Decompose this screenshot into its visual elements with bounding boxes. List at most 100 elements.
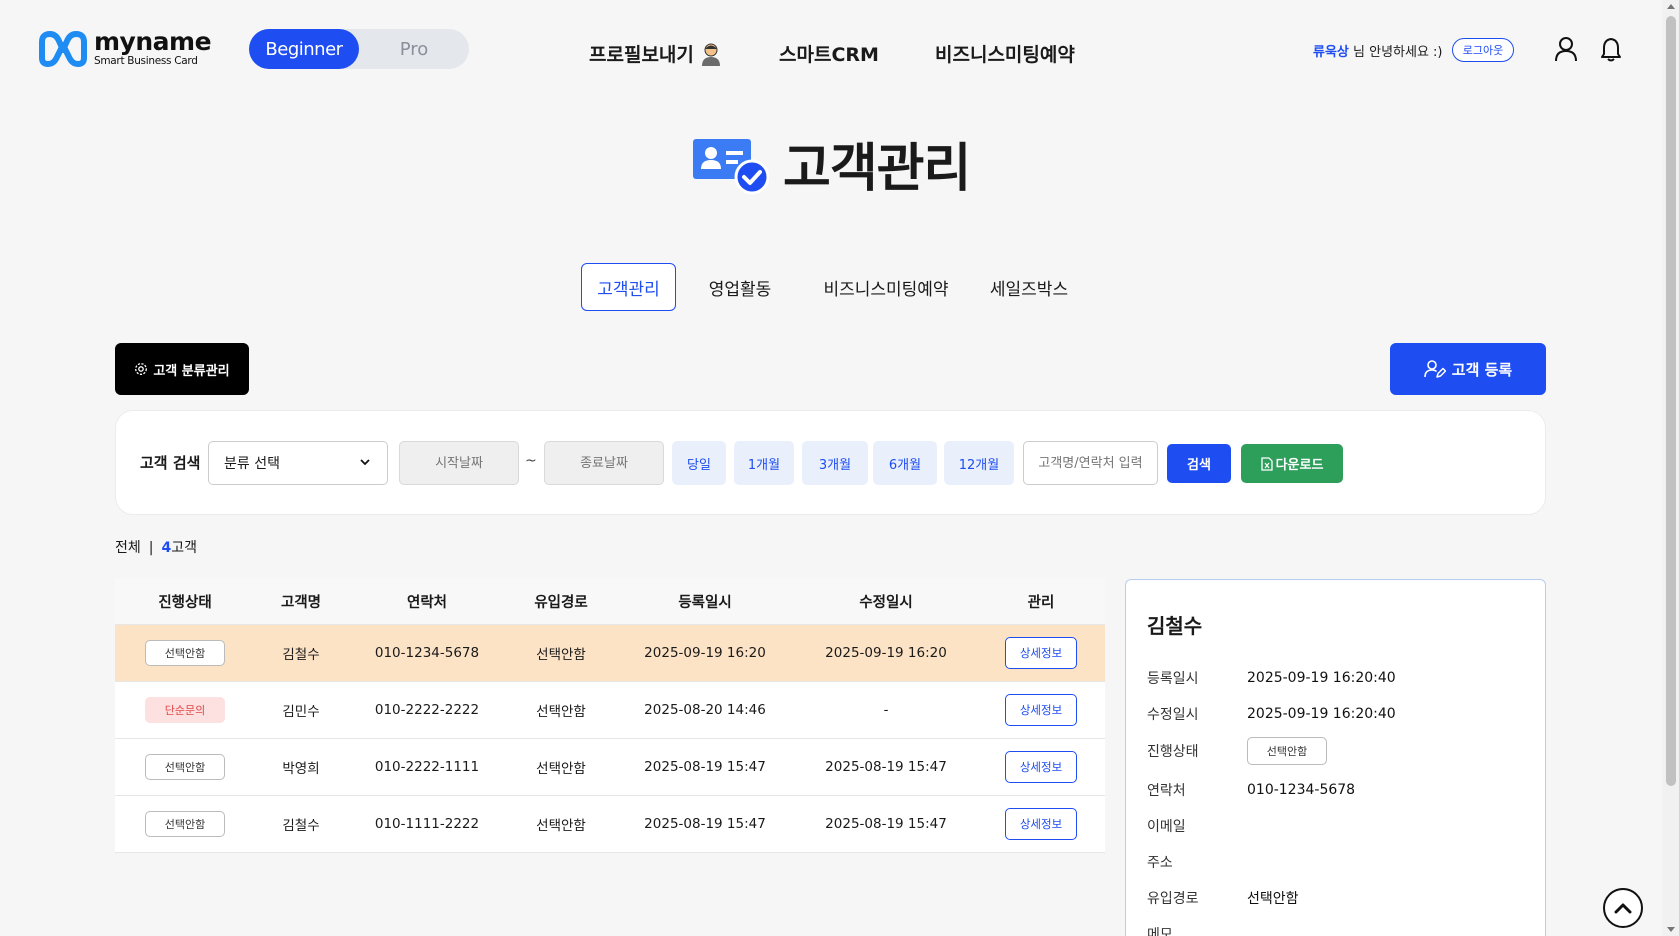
detail-button[interactable]: 상세정보 (1005, 694, 1077, 726)
customer-phone: 010-1111-2222 (374, 816, 480, 832)
table-row[interactable]: 선택안함 박영희 010-2222-1111 선택안함 2025-08-19 1… (115, 739, 1105, 796)
customer-name: 김철수 (282, 818, 320, 834)
period-3m-button[interactable]: 3개월 (802, 441, 868, 485)
detail-field: 주소 (1147, 852, 1247, 872)
customer-table: 진행상태 고객명 연락처 유입경로 등록일시 수정일시 관리 선택안함 김철수 … (115, 578, 1105, 853)
download-label: 다운로드 (1275, 458, 1324, 473)
created-at: 2025-08-19 15:47 (644, 816, 766, 832)
status-badge: 선택안함 (145, 754, 225, 780)
scroll-up-arrow-icon[interactable] (1667, 4, 1675, 9)
tab-meeting-booking[interactable]: 비즈니스미팅예약 (811, 263, 961, 311)
category-select-value: 분류 선택 (224, 456, 280, 472)
period-1m-button[interactable]: 1개월 (734, 441, 794, 485)
category-management-button[interactable]: 고객 분류관리 (115, 343, 249, 395)
keyword-input[interactable] (1023, 441, 1158, 485)
date-range-tilde: ~ (525, 453, 537, 469)
user-edit-icon (1423, 360, 1446, 378)
user-icon[interactable] (1554, 36, 1578, 62)
count-separator: | (148, 540, 154, 556)
created-at: 2025-09-19 16:20 (644, 645, 766, 661)
status-badge: 선택안함 (145, 811, 225, 837)
updated-at: 2025-08-19 15:47 (825, 759, 947, 775)
chevron-down-icon (360, 459, 370, 466)
header-manage: 관리 (1027, 594, 1055, 611)
header-phone: 연락처 (406, 594, 448, 611)
detail-field: 진행상태 선택안함 (1147, 737, 1327, 765)
status-badge: 단순문의 (145, 697, 225, 723)
detail-button[interactable]: 상세정보 (1005, 637, 1077, 669)
user-name: 류욱상 (1313, 45, 1349, 60)
scroll-top-button[interactable] (1603, 888, 1643, 928)
person-emoji-icon (701, 43, 720, 66)
logo-mark-icon (39, 31, 87, 67)
register-customer-label: 고객 등록 (1451, 360, 1513, 379)
period-12m-button[interactable]: 12개월 (944, 441, 1014, 485)
logo[interactable]: myname Smart Business Card (38, 28, 212, 68)
created-at: 2025-08-20 14:46 (644, 702, 766, 718)
count-unit: 고객 (171, 540, 197, 556)
header-updated: 수정일시 (859, 594, 913, 611)
result-count: 전체 | 4고객 (115, 537, 197, 557)
page-title: 고객관리 (783, 139, 971, 199)
scroll-thumb[interactable] (1666, 16, 1676, 786)
detail-field: 유입경로 선택안함 (1147, 888, 1299, 908)
tab-customer-management[interactable]: 고객관리 (581, 263, 676, 311)
category-management-label: 고객 분류관리 (153, 363, 230, 379)
customer-phone: 010-2222-1111 (374, 759, 480, 775)
bell-icon[interactable] (1600, 37, 1622, 62)
header-status: 진행상태 (158, 594, 212, 611)
scroll-down-arrow-icon[interactable] (1667, 927, 1675, 932)
status-badge: 선택안함 (1247, 737, 1327, 765)
updated-at: 2025-09-19 16:20 (825, 645, 947, 661)
search-button[interactable]: 검색 (1167, 444, 1231, 483)
table-row[interactable]: 선택안함 김철수 010-1111-2222 선택안함 2025-08-19 1… (115, 796, 1105, 853)
customer-source: 선택안함 (536, 818, 586, 834)
period-6m-button[interactable]: 6개월 (873, 441, 937, 485)
mode-pro-button[interactable]: Pro (359, 29, 469, 69)
count-all-label: 전체 (115, 540, 141, 556)
customer-name: 김민수 (282, 704, 320, 720)
created-at: 2025-08-19 15:47 (644, 759, 766, 775)
detail-label: 이메일 (1147, 819, 1186, 835)
start-date-input[interactable] (399, 441, 519, 485)
register-customer-button[interactable]: 고객 등록 (1390, 343, 1546, 395)
detail-label: 수정일시 (1147, 707, 1199, 723)
detail-label: 유입경로 (1147, 891, 1199, 907)
table-row[interactable]: 단순문의 김민수 010-2222-2222 선택안함 2025-08-20 1… (115, 682, 1105, 739)
customer-name: 김철수 (282, 647, 320, 663)
table-header: 진행상태 고객명 연락처 유입경로 등록일시 수정일시 관리 (115, 578, 1105, 625)
detail-button[interactable]: 상세정보 (1005, 751, 1077, 783)
detail-button[interactable]: 상세정보 (1005, 808, 1077, 840)
logout-button[interactable]: 로그아웃 (1452, 38, 1514, 62)
nav-meeting-booking[interactable]: 비즈니스미팅예약 (935, 40, 1075, 67)
updated-at: 2025-08-19 15:47 (825, 816, 947, 832)
tab-sales-activity[interactable]: 영업활동 (690, 263, 790, 311)
nav-profile-send[interactable]: 프로필보내기 (589, 40, 722, 67)
logo-subtitle: Smart Business Card (94, 55, 198, 68)
detail-value: 2025-09-19 16:20:40 (1247, 670, 1396, 686)
search-label: 고객 검색 (140, 454, 201, 472)
mode-beginner-button[interactable]: Beginner (249, 29, 359, 69)
nav-profile-send-label: 프로필보내기 (589, 44, 694, 66)
header-name: 고객명 (280, 594, 322, 611)
category-select[interactable]: 분류 선택 (208, 441, 388, 485)
table-row[interactable]: 선택안함 김철수 010-1234-5678 선택안함 2025-09-19 1… (115, 625, 1105, 682)
customer-detail-panel: 김철수 등록일시 2025-09-19 16:20:40 수정일시 2025-0… (1125, 579, 1546, 936)
detail-customer-name: 김철수 (1147, 614, 1203, 638)
end-date-input[interactable] (544, 441, 664, 485)
detail-value: 2025-09-19 16:20:40 (1247, 706, 1396, 722)
customer-source: 선택안함 (536, 761, 586, 777)
customer-phone: 010-2222-2222 (374, 702, 480, 718)
tab-sales-box[interactable]: 세일즈박스 (979, 263, 1079, 311)
customer-source: 선택안함 (536, 704, 586, 720)
updated-at: - (883, 702, 889, 718)
customer-name: 박영희 (282, 761, 320, 777)
detail-label: 진행상태 (1147, 744, 1199, 760)
period-today-button[interactable]: 당일 (672, 441, 726, 485)
detail-label: 등록일시 (1147, 671, 1199, 687)
header-source: 유입경로 (534, 594, 588, 611)
nav-smart-crm[interactable]: 스마트CRM (779, 40, 879, 67)
mode-toggle: Beginner Pro (249, 29, 469, 69)
download-button[interactable]: 다운로드 (1241, 444, 1343, 483)
page-scrollbar[interactable] (1662, 0, 1679, 936)
